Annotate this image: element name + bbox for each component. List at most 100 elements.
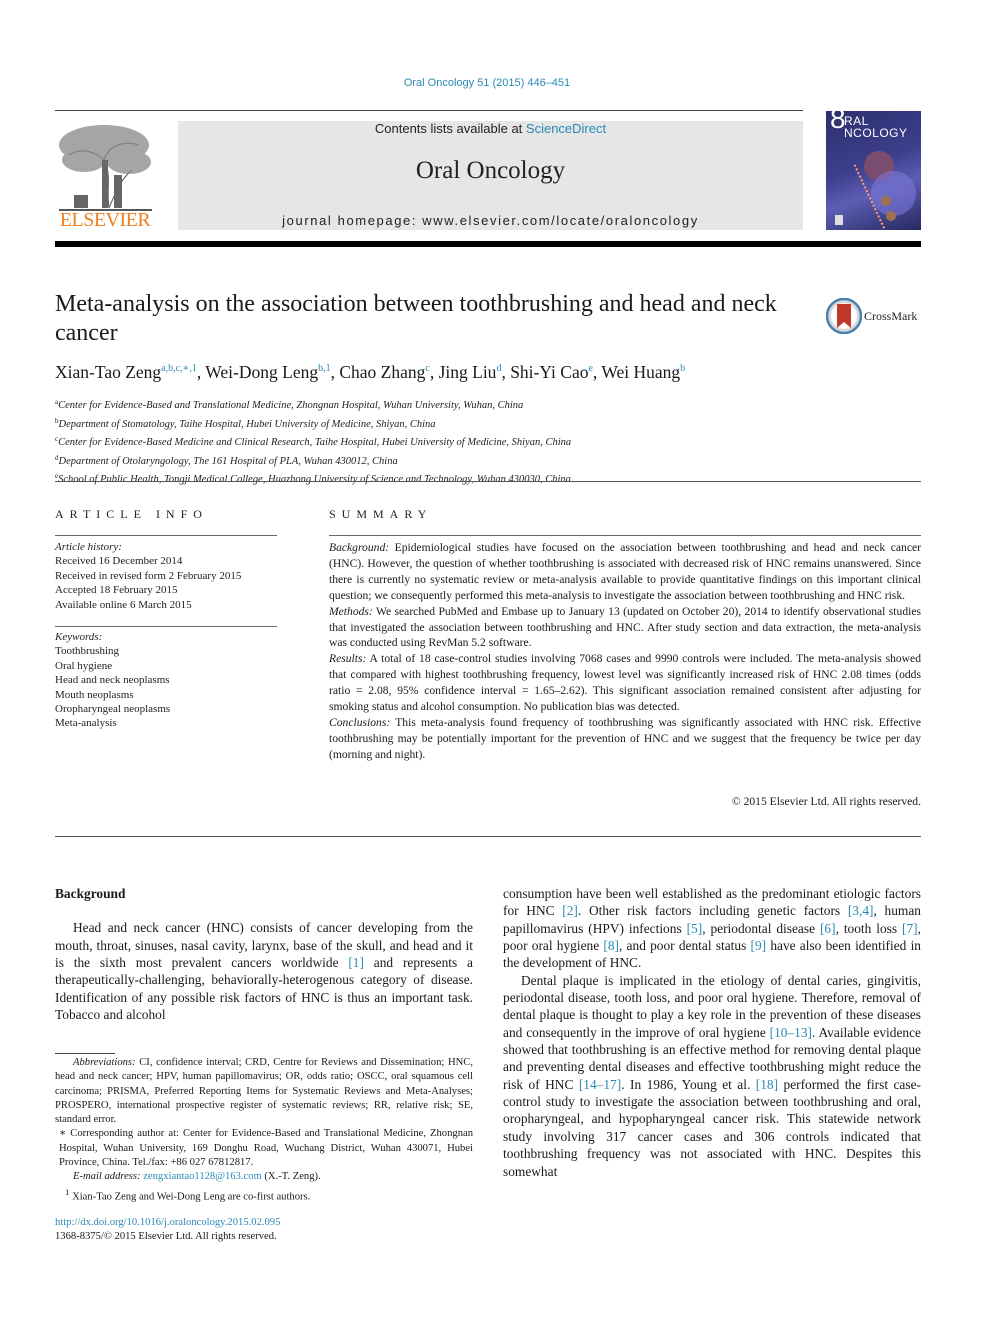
journal-citation-link[interactable]: Oral Oncology 51 (2015) 446–451 [0, 77, 974, 89]
author-name[interactable]: Wei Huang [601, 362, 680, 382]
affiliation-text: School of Public Health, Tongji Medical … [58, 474, 571, 485]
abstract-section-label: Results: [329, 652, 367, 666]
affiliation-text: Department of Stomatology, Taihe Hospita… [58, 418, 436, 430]
citation-link[interactable]: [8] [603, 938, 619, 953]
contents-line: Contents lists available at ScienceDirec… [178, 121, 803, 136]
keyword-list: Keywords: Toothbrushing Oral hygiene Hea… [55, 630, 285, 731]
body-text: performed the first case-control study t… [503, 1076, 921, 1179]
affiliation-list: aCenter for Evidence-Based and Translati… [55, 395, 925, 488]
abstract-background: Background: Epidemiological studies have… [329, 540, 921, 604]
corresponding-author-footnote: ∗ Corresponding author at: Center for Ev… [59, 1128, 473, 1169]
author[interactable]: Wei Huangb [601, 362, 685, 382]
affiliation: aCenter for Evidence-Based and Translati… [55, 395, 925, 414]
article-history: Article history: Received 16 December 20… [55, 540, 285, 612]
article-info-heading: ARTICLE INFO [55, 507, 208, 521]
contents-prefix: Contents lists available at [374, 121, 526, 136]
crossmark-icon [826, 298, 862, 334]
email-footnote: E-mail address: zengxiantao1128@163.com … [55, 1170, 473, 1184]
section-heading-background: Background [55, 886, 126, 901]
elsevier-logo[interactable]: ELSEVIER [54, 120, 156, 232]
author-affiliation-marks[interactable]: e [588, 363, 592, 374]
article-history-label: Article history: [55, 541, 122, 553]
citation-link[interactable]: [18] [756, 1077, 778, 1092]
sciencedirect-link[interactable]: ScienceDirect [526, 121, 606, 136]
body-text: , and poor dental status [619, 938, 751, 954]
abstract-section-label: Conclusions: [329, 715, 391, 729]
crossmark-button[interactable]: CrossMark [826, 296, 926, 336]
author[interactable]: Shi-Yi Caoe [510, 362, 593, 382]
affiliation-text: Center for Evidence-Based and Translatio… [58, 400, 524, 411]
keyword: Oropharyngeal neoplasms [55, 703, 171, 716]
footnotes: Abbreviations: CI, confidence interval; … [55, 1056, 473, 1205]
abstract-section-text: Epidemiological studies have focused on … [329, 541, 921, 602]
author-name[interactable]: Wei-Dong Leng [205, 362, 318, 382]
abstract-methods: Methods: We searched PubMed and Embase u… [329, 604, 921, 652]
author-affiliation-marks[interactable]: d [496, 363, 501, 374]
email-label: E-mail address: [73, 1171, 141, 1183]
author-name[interactable]: Jing Liu [439, 362, 497, 382]
author[interactable]: Wei-Dong Lengb,1 [205, 362, 330, 382]
history-item: Received 16 December 2014 [55, 555, 183, 568]
summary-divider [329, 535, 921, 536]
affiliation: dDepartment of Otolaryngology, The 161 H… [55, 451, 925, 470]
citation-link[interactable]: [2] [562, 903, 578, 918]
citation-link[interactable]: [10–13] [770, 1025, 812, 1040]
keywords-label: Keywords: [55, 631, 103, 643]
citation-link[interactable]: [6] [820, 921, 836, 936]
citation-link[interactable]: [5] [687, 921, 703, 936]
article-title: Meta-analysis on the association between… [55, 291, 777, 346]
body-text: . In 1986, Young et al. [621, 1076, 756, 1092]
citation-link[interactable]: [9] [750, 938, 766, 953]
article-info-divider [55, 535, 277, 536]
abstract-copyright: © 2015 Elsevier Ltd. All rights reserved… [731, 795, 921, 808]
body-text: , periodontal disease [702, 920, 820, 936]
author-affiliation-marks[interactable]: b,1 [318, 363, 331, 374]
keyword: Mouth neoplasms [55, 688, 134, 701]
author-affiliation-marks[interactable]: b [680, 363, 685, 374]
summary-heading: SUMMARY [329, 507, 433, 521]
section-divider [55, 481, 921, 482]
journal-cover-image[interactable]: 8 RAL NCOLOGY [826, 111, 921, 230]
affiliation: eSchool of Public Health, Tongji Medical… [55, 469, 925, 488]
body-paragraph: Dental plaque is implicated in the etiol… [503, 972, 921, 1180]
abstract-section-text: We searched PubMed and Embase up to Janu… [329, 604, 921, 650]
cover-big-letter: 8 [830, 111, 847, 134]
footnote-rule [55, 1053, 115, 1054]
history-item: Received in revised form 2 February 2015 [55, 569, 242, 582]
author[interactable]: Jing Liud [439, 362, 502, 382]
keyword: Head and neck neoplasms [55, 674, 170, 687]
affiliation-text: Department of Otolaryngology, The 161 Ho… [58, 455, 398, 467]
abbreviations-label: Abbreviations: [73, 1057, 136, 1068]
email-link[interactable]: zengxiantao1128@163.com [143, 1171, 262, 1182]
cover-title: 8 RAL NCOLOGY [830, 111, 908, 139]
citation-link[interactable]: [14–17] [579, 1077, 621, 1092]
citation-link[interactable]: [3,4] [848, 903, 874, 918]
citation-link[interactable]: [1] [348, 955, 364, 970]
keyword: Meta-analysis [55, 717, 117, 730]
body-text: , tooth loss [835, 920, 903, 936]
author-name[interactable]: Chao Zhang [339, 362, 425, 382]
section-divider [55, 836, 921, 837]
citation-link[interactable]: [7] [902, 921, 918, 936]
cofirst-footnote: 1 Xian-Tao Zeng and Wei-Dong Leng are co… [55, 1185, 473, 1205]
abstract: Background: Epidemiological studies have… [329, 540, 921, 763]
doi-link[interactable]: http://dx.doi.org/10.1016/j.oraloncology… [55, 1217, 280, 1228]
author[interactable]: Xian-Tao Zenga,b,c,∗,1 [55, 362, 197, 382]
affiliation-text: Center for Evidence-Based Medicine and C… [58, 437, 572, 448]
keyword: Toothbrushing [55, 645, 120, 658]
author-name[interactable]: Xian-Tao Zeng [55, 362, 161, 382]
email-suffix: (X.-T. Zeng). [261, 1171, 321, 1183]
journal-homepage-link[interactable]: journal homepage: www.elsevier.com/locat… [178, 213, 803, 228]
author-name[interactable]: Shi-Yi Cao [510, 362, 588, 382]
cover-publisher-badge [835, 215, 843, 225]
affiliation: bDepartment of Stomatology, Taihe Hospit… [55, 414, 925, 433]
author[interactable]: Chao Zhangc [339, 362, 429, 382]
author-affiliation-marks[interactable]: c [425, 363, 429, 374]
cofirst-text: Xian-Tao Zeng and Wei-Dong Leng are co-f… [69, 1191, 311, 1203]
abstract-section-label: Background: [329, 541, 390, 554]
elsevier-wordmark: ELSEVIER [59, 209, 151, 231]
history-item: Available online 6 March 2015 [55, 598, 192, 611]
affiliation: cCenter for Evidence-Based Medicine and … [55, 432, 925, 451]
author-affiliation-marks[interactable]: a,b,c,∗,1 [161, 363, 197, 374]
history-item: Accepted 18 February 2015 [55, 584, 178, 597]
